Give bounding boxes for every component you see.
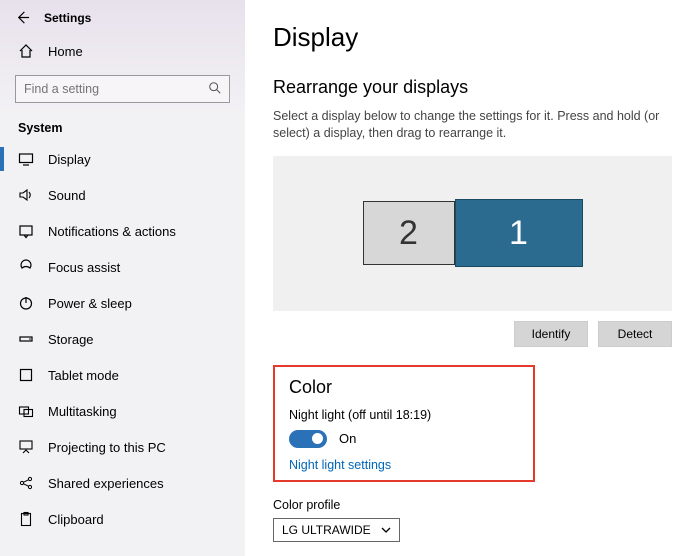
sidebar-item-storage[interactable]: Storage bbox=[0, 321, 245, 357]
sidebar-item-clipboard[interactable]: Clipboard bbox=[0, 501, 245, 537]
night-light-toggle[interactable] bbox=[289, 430, 327, 448]
sidebar-item-power-sleep[interactable]: Power & sleep bbox=[0, 285, 245, 321]
toggle-state: On bbox=[339, 431, 356, 446]
settings-title: Settings bbox=[44, 11, 91, 25]
sidebar-item-label: Power & sleep bbox=[48, 296, 132, 311]
sidebar-item-focus-assist[interactable]: Focus assist bbox=[0, 249, 245, 285]
night-light-label: Night light (off until 18:19) bbox=[289, 408, 519, 422]
rearrange-title: Rearrange your displays bbox=[273, 77, 672, 98]
home-icon bbox=[18, 43, 34, 59]
display-icon bbox=[18, 151, 34, 167]
focus-assist-icon bbox=[18, 259, 34, 275]
page-title: Display bbox=[273, 22, 672, 53]
sidebar-item-label: Tablet mode bbox=[48, 368, 119, 383]
sidebar-item-sound[interactable]: Sound bbox=[0, 177, 245, 213]
sidebar-item-shared-experiences[interactable]: Shared experiences bbox=[0, 465, 245, 501]
sound-icon bbox=[18, 187, 34, 203]
identify-button[interactable]: Identify bbox=[514, 321, 588, 347]
sidebar-item-label: Projecting to this PC bbox=[48, 440, 166, 455]
storage-icon bbox=[18, 331, 34, 347]
color-profile-label: Color profile bbox=[273, 498, 672, 512]
home-label: Home bbox=[48, 44, 83, 59]
sidebar-item-label: Storage bbox=[48, 332, 94, 347]
projecting-icon bbox=[18, 439, 34, 455]
search-icon bbox=[208, 81, 222, 95]
rearrange-desc: Select a display below to change the set… bbox=[273, 108, 672, 142]
color-profile-value: LG ULTRAWIDE bbox=[282, 523, 371, 537]
section-system: System bbox=[0, 111, 245, 141]
tablet-icon bbox=[18, 367, 34, 383]
chevron-down-icon bbox=[381, 525, 391, 535]
display-arrangement: 2 1 bbox=[273, 156, 672, 311]
sidebar-item-label: Clipboard bbox=[48, 512, 104, 527]
sidebar-item-tablet-mode[interactable]: Tablet mode bbox=[0, 357, 245, 393]
sidebar-item-projecting[interactable]: Projecting to this PC bbox=[0, 429, 245, 465]
power-icon bbox=[18, 295, 34, 311]
back-button[interactable] bbox=[15, 10, 30, 25]
sidebar-item-display[interactable]: Display bbox=[0, 141, 245, 177]
monitor-1[interactable]: 1 bbox=[455, 199, 583, 267]
sidebar-item-label: Sound bbox=[48, 188, 86, 203]
sidebar: Settings Home System Display Sound Notif… bbox=[0, 0, 245, 556]
content: Display Rearrange your displays Select a… bbox=[245, 0, 700, 556]
color-profile-select[interactable]: LG ULTRAWIDE bbox=[273, 518, 400, 542]
color-section-highlight: Color Night light (off until 18:19) On N… bbox=[273, 365, 535, 482]
sidebar-item-multitasking[interactable]: Multitasking bbox=[0, 393, 245, 429]
night-light-settings-link[interactable]: Night light settings bbox=[289, 458, 519, 472]
sidebar-item-label: Shared experiences bbox=[48, 476, 164, 491]
search-box bbox=[15, 75, 230, 103]
clipboard-icon bbox=[18, 511, 34, 527]
multitasking-icon bbox=[18, 403, 34, 419]
notifications-icon bbox=[18, 223, 34, 239]
sidebar-item-label: Display bbox=[48, 152, 91, 167]
color-title: Color bbox=[289, 377, 519, 398]
sidebar-item-label: Focus assist bbox=[48, 260, 120, 275]
home-row[interactable]: Home bbox=[0, 35, 245, 67]
sidebar-item-label: Notifications & actions bbox=[48, 224, 176, 239]
sidebar-item-notifications[interactable]: Notifications & actions bbox=[0, 213, 245, 249]
sidebar-item-label: Multitasking bbox=[48, 404, 117, 419]
shared-icon bbox=[18, 475, 34, 491]
detect-button[interactable]: Detect bbox=[598, 321, 672, 347]
search-input[interactable] bbox=[15, 75, 230, 103]
monitor-2[interactable]: 2 bbox=[363, 201, 455, 265]
